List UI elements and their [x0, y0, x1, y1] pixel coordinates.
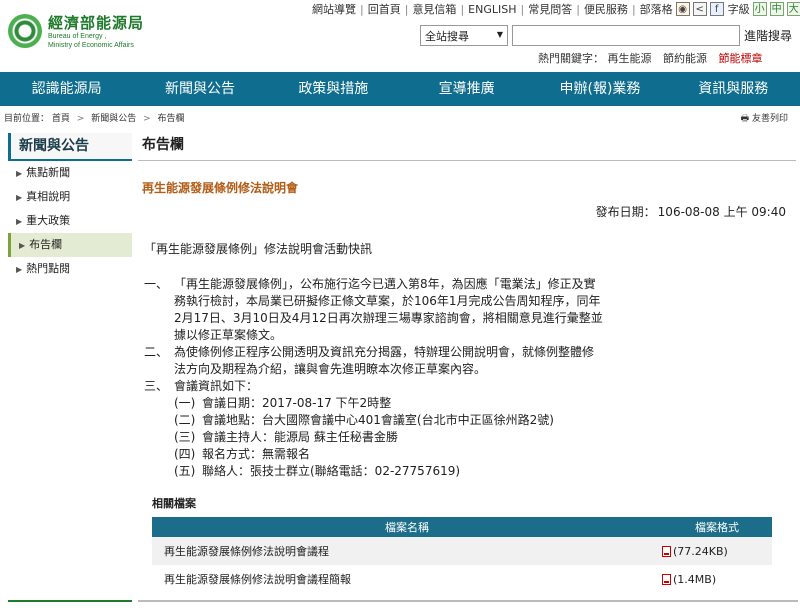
site-header: 經濟部能源局 Bureau of Energy , Ministry of Ec… — [0, 0, 800, 72]
article-body: 「再生能源發展條例」修法說明會活動快訊 一、 「再生能源發展條例」，公布施行迄今… — [144, 241, 784, 480]
bureau-logo-icon[interactable] — [8, 14, 42, 48]
article-title: 再生能源發展條例修法說明會 — [142, 181, 299, 195]
main-content: 布告欄 再生能源發展條例修法說明會 發布日期： 106-08-08 上午 09:4… — [138, 133, 796, 586]
hot-keywords-label: 熱門關鍵字： — [538, 52, 604, 65]
breadcrumb-home[interactable]: 首頁 — [52, 114, 70, 124]
advanced-search-link[interactable]: 進階搜尋 — [744, 27, 792, 44]
sidebar-bottom-divider — [8, 600, 132, 602]
breadcrumb: 目前位置： 首頁 > 新聞與公告 > 布告欄 — [4, 114, 185, 124]
article-lead: 「再生能源發展條例」修法說明會活動快訊 — [144, 242, 373, 256]
breadcrumb-news[interactable]: 新聞與公告 — [91, 114, 136, 124]
chevron-down-icon: ▼ — [496, 30, 503, 39]
breadcrumb-current[interactable]: 布告欄 — [158, 114, 185, 124]
content-bottom-divider — [138, 600, 798, 602]
facebook-icon[interactable]: f — [709, 2, 724, 16]
toplink-services[interactable]: 便民服務 — [584, 1, 628, 17]
triangle-right-icon: ▶ — [19, 241, 26, 250]
sidebar: 新聞與公告 ▶ 焦點新聞 ▶ 真相說明 ▶ 重大政策 ▶ 布告欄 ▶ 熱門點閱 — [8, 133, 132, 281]
nav-about[interactable]: 認識能源局 — [0, 72, 133, 106]
table-row: 再生能源發展條例修法說明會議程簡報 (1.4MB) — [152, 565, 772, 593]
section-1: 一、 「再生能源發展條例」，公布施行迄今已邁入第8年，為因應「電業法」修正及實 … — [144, 277, 603, 342]
file-download-link[interactable]: (77.24KB) — [662, 537, 772, 565]
sidebar-item-major-policy[interactable]: ▶ 重大政策 — [8, 209, 132, 233]
toplink-feedback[interactable]: 意見信箱 — [412, 1, 456, 17]
sidebar-item-popular[interactable]: ▶ 熱門點閱 — [8, 257, 132, 281]
hot-keyword-highlight[interactable]: 節能標章 — [719, 52, 763, 65]
sidebar-item-fact-check[interactable]: ▶ 真相說明 — [8, 185, 132, 209]
meeting-info-list: (一) 會議日期：2017-08-17 下午2時整 (二) 會議地點：台大國際會議中… — [144, 395, 784, 480]
triangle-right-icon: ▶ — [16, 169, 23, 178]
main-nav: 認識能源局 新聞與公告 政策與措施 宣導推廣 申辦(報)業務 資訊與服務 — [0, 72, 800, 106]
file-name-link[interactable]: 再生能源發展條例修法說明會議程簡報 — [152, 565, 662, 593]
print-button[interactable]: 🖶 友善列印 — [741, 111, 788, 127]
file-name-link[interactable]: 再生能源發展條例修法說明會議程 — [152, 537, 662, 565]
meeting-info-item: (三) 會議主持人：能源局 蘇主任秘書金勝 — [174, 430, 398, 444]
search-input[interactable] — [512, 25, 740, 46]
toplink-sitemap[interactable]: 網站導覽 — [312, 1, 356, 17]
column-header-name: 檔案名稱 — [152, 517, 662, 537]
font-size-label: 字級 — [727, 3, 750, 16]
font-small-button[interactable]: 小 — [752, 2, 767, 16]
pdf-icon — [662, 545, 671, 557]
nav-application[interactable]: 申辦(報)業務 — [533, 72, 666, 106]
nav-info[interactable]: 資訊與服務 — [667, 72, 800, 106]
font-large-button[interactable]: 大 — [786, 2, 800, 16]
meeting-info-item: (一) 會議日期：2017-08-17 下午2時整 — [174, 396, 392, 410]
pdf-icon — [662, 573, 671, 585]
sidebar-item-focus-news[interactable]: ▶ 焦點新聞 — [8, 161, 132, 185]
printer-icon: 🖶 — [740, 114, 750, 124]
nav-news[interactable]: 新聞與公告 — [133, 72, 266, 106]
triangle-right-icon: ▶ — [16, 193, 23, 202]
related-files-label: 相關檔案 — [152, 497, 196, 510]
nav-policy[interactable]: 政策與措施 — [267, 72, 400, 106]
hot-keyword[interactable]: 節約能源 — [663, 52, 707, 65]
toplink-blog[interactable]: 部落格 — [640, 1, 673, 17]
site-name-zh[interactable]: 經濟部能源局 — [48, 12, 144, 33]
meeting-info-item: (四) 報名方式：無需報名 — [174, 447, 311, 461]
sidebar-title: 新聞與公告 — [8, 133, 132, 161]
triangle-right-icon: ▶ — [16, 217, 23, 226]
nav-promotion[interactable]: 宣導推廣 — [400, 72, 533, 106]
toplink-home[interactable]: 回首頁 — [368, 1, 401, 17]
section-2: 二、 為使條例修正程序公開透明及資訊充分揭露，特辦理公開說明會，就條例整體修 法… — [144, 345, 595, 376]
top-links: 網站導覽 | 回首頁 | 意見信箱 | ENGLISH | 常見問答 | 便民服務 | 部落… — [312, 2, 800, 16]
files-table: 檔案名稱 檔案格式 再生能源發展條例修法說明會議程 (77.24KB) 再生能源… — [152, 517, 772, 593]
site-name-en[interactable]: Bureau of Energy , Ministry of Economic … — [48, 32, 134, 50]
sidebar-item-bulletin[interactable]: ▶ 布告欄 — [8, 233, 132, 257]
hot-keyword[interactable]: 再生能源 — [608, 52, 652, 65]
breadcrumb-bar: 目前位置： 首頁 > 新聞與公告 > 布告欄 🖶 友善列印 — [0, 108, 800, 126]
section-3: 三、 會議資訊如下： — [144, 379, 259, 393]
font-medium-button[interactable]: 中 — [769, 2, 784, 16]
meeting-info-item: (五) 聯絡人：張技士群立(聯絡電話：02-27757619) — [174, 464, 461, 478]
publish-date: 發布日期： 106-08-08 上午 09:40 — [595, 205, 786, 219]
toplink-english[interactable]: ENGLISH — [468, 3, 516, 16]
search-scope-select[interactable]: 全站搜尋 ▼ — [420, 25, 508, 46]
hot-keywords: 熱門關鍵字： 再生能源 節約能源 節能標章 — [538, 50, 771, 66]
column-header-format: 檔案格式 — [662, 517, 772, 537]
toplink-faq[interactable]: 常見問答 — [528, 1, 572, 17]
share-icon[interactable]: < — [692, 2, 707, 16]
page-title: 布告欄 — [138, 133, 796, 161]
rss-icon[interactable]: ◉ — [675, 2, 690, 16]
table-row: 再生能源發展條例修法說明會議程 (77.24KB) — [152, 537, 772, 565]
meeting-info-item: (二) 會議地點：台大國際會議中心401會議室(台北市中正區徐州路2號) — [174, 413, 554, 427]
triangle-right-icon: ▶ — [16, 265, 23, 274]
file-download-link[interactable]: (1.4MB) — [662, 565, 772, 593]
related-files: 相關檔案 檔案名稱 檔案格式 再生能源發展條例修法說明會議程 (77.24KB)… — [152, 495, 772, 593]
